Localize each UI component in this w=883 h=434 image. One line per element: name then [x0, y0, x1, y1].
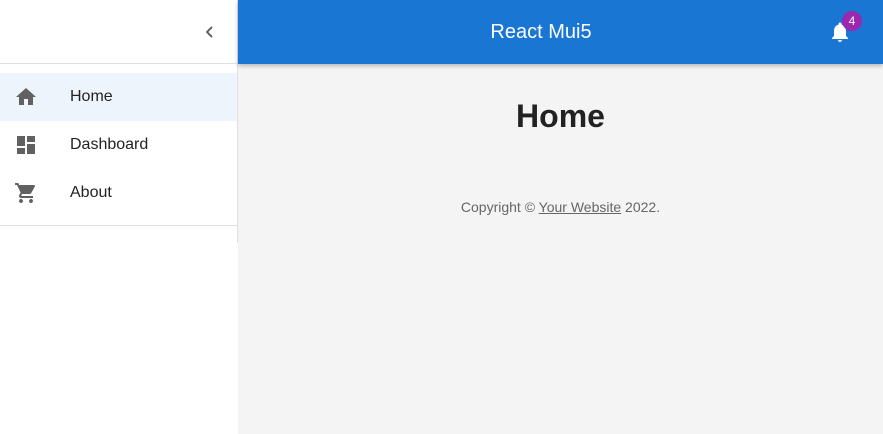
sidebar-nav-list: Home Dashboard About	[0, 73, 237, 217]
sidebar-item-label: Home	[70, 88, 113, 105]
sidebar-item-home[interactable]: Home	[0, 73, 237, 121]
notifications-button[interactable]: 4	[824, 11, 862, 48]
sidebar-item-dashboard[interactable]: Dashboard	[0, 121, 237, 169]
main-content: Home Copyright © Your Website 2022.	[238, 64, 883, 434]
app-title: React Mui5	[490, 21, 592, 43]
sidebar-item-about[interactable]: About	[0, 169, 237, 217]
sidebar-item-label: About	[70, 184, 112, 201]
sidebar-divider	[0, 225, 237, 226]
sidebar-drawer: Home Dashboard About	[0, 0, 237, 434]
sidebar-item-label: Dashboard	[70, 136, 149, 153]
drawer-header	[0, 0, 237, 64]
page-title: Home	[516, 98, 605, 134]
shopping-cart-icon	[15, 183, 36, 203]
collapse-drawer-button[interactable]	[193, 16, 225, 48]
copyright-prefix: Copyright ©	[460, 199, 536, 215]
chevron-left-icon	[206, 26, 213, 38]
dashboard-icon	[17, 136, 35, 154]
home-icon	[16, 88, 36, 105]
copyright-year: 2022.	[625, 199, 661, 215]
website-link[interactable]: Your Website	[539, 199, 622, 215]
app-bar: React Mui5 4	[238, 0, 883, 64]
copyright-footer: Copyright © Your Website 2022.	[238, 199, 883, 215]
app-root: Home Dashboard About React Mui5 4 Home C…	[0, 0, 883, 434]
notification-count-badge: 4	[842, 11, 862, 31]
